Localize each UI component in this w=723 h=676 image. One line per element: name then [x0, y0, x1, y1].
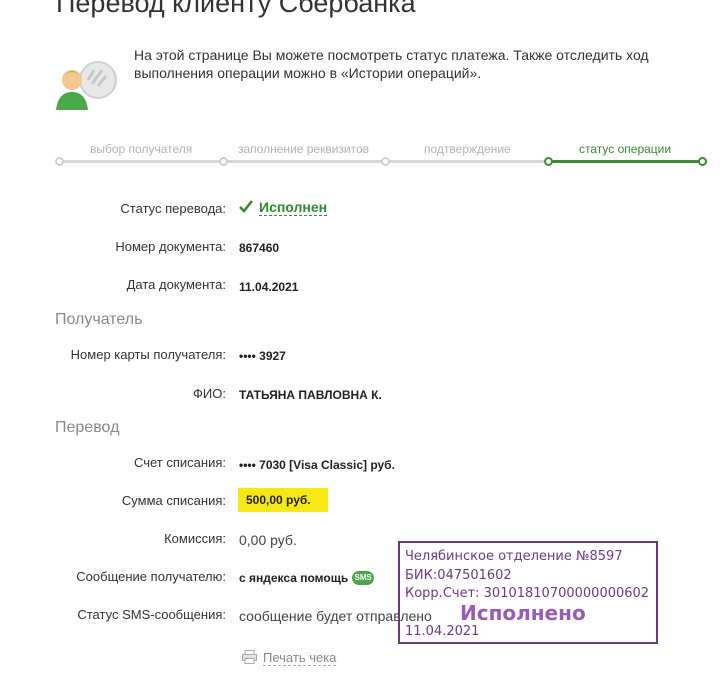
- account-value: •••• 7030 [Visa Classic] руб.: [239, 458, 395, 472]
- stamp-corr-account: Корр.Счет: 30101810700000000602: [405, 586, 650, 601]
- step-label-3: подтверждение: [424, 142, 511, 156]
- transfer-section-title: Перевод: [55, 419, 120, 436]
- stamp-branch: Челябинское отделение №8597: [405, 549, 623, 564]
- status-label: Статус перевода:: [120, 201, 226, 216]
- message-value-row: с яндекса помощь SMS: [239, 571, 375, 585]
- printer-icon: [242, 650, 257, 664]
- step-label-4: статус операции: [579, 142, 672, 156]
- bank-stamp: Челябинское отделение №8597 БИК:04750160…: [398, 541, 658, 644]
- print-receipt-label: Печать чека: [263, 650, 337, 666]
- checkmark-icon: [239, 200, 253, 213]
- commission-label: Комиссия:: [164, 531, 226, 546]
- account-label: Счет списания:: [133, 455, 226, 470]
- name-label: ФИО:: [193, 386, 226, 401]
- doc-date-value: 11.04.2021: [239, 280, 299, 294]
- page-title: Перевод клиенту Сбербанка: [56, 0, 416, 18]
- recipient-section-title: Получатель: [55, 311, 143, 328]
- doc-date-label: Дата документа:: [126, 277, 226, 292]
- amount-highlight: 500,00 руб.: [238, 488, 328, 512]
- stamp-bik: БИК:047501602: [405, 568, 512, 583]
- stamp-status: Исполнено: [460, 601, 586, 625]
- name-value: ТАТЬЯНА ПАВЛОВНА К.: [239, 388, 382, 402]
- step-dot-2: [219, 157, 228, 166]
- print-receipt-link[interactable]: Печать чека: [242, 650, 337, 666]
- step-dot-1: [55, 157, 64, 166]
- progress-track: [59, 160, 549, 163]
- step-label-1: выбор получателя: [90, 142, 193, 156]
- progress-track-active: [549, 160, 703, 163]
- message-label: Сообщение получателю:: [76, 569, 226, 584]
- progress-steps: выбор получателя заполнение реквизитов п…: [55, 140, 707, 170]
- client-avatar-icon: [56, 61, 117, 110]
- step-label-2: заполнение реквизитов: [238, 142, 370, 156]
- sms-status-label: Статус SMS-сообщения:: [77, 607, 226, 622]
- message-value: с яндекса помощь: [239, 571, 349, 585]
- doc-number-value: 867460: [239, 241, 280, 255]
- status-text: Исполнен: [259, 199, 328, 216]
- step-dot-4: [544, 157, 553, 166]
- sms-icon: SMS: [352, 571, 375, 585]
- status-value[interactable]: Исполнен: [239, 199, 328, 216]
- step-dot-3: [381, 157, 390, 166]
- card-value: •••• 3927: [239, 349, 286, 363]
- amount-label: Сумма списания:: [121, 493, 226, 508]
- commission-value: 0,00 руб.: [239, 532, 297, 548]
- doc-number-label: Номер документа:: [115, 239, 226, 254]
- card-label: Номер карты получателя:: [70, 347, 226, 362]
- step-dot-end: [698, 157, 707, 166]
- amount-value: 500,00 руб.: [246, 493, 311, 507]
- stamp-date: 11.04.2021: [405, 624, 480, 639]
- intro-text: На этой странице Вы можете посмотреть ст…: [134, 47, 649, 81]
